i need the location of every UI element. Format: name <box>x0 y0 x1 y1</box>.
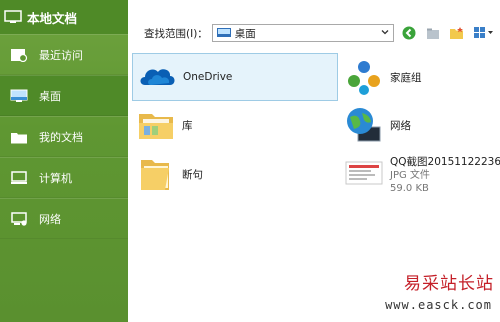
image-file-icon <box>345 161 383 185</box>
sidebar-item-label: 网络 <box>39 212 61 226</box>
folder-icon <box>141 160 169 190</box>
file-item-folder[interactable]: 断句 <box>132 150 338 198</box>
file-item-library[interactable]: 库 <box>132 101 338 149</box>
file-name: OneDrive <box>183 71 233 83</box>
file-type: JPG 文件 <box>390 170 430 181</box>
sidebar: 本地文档 最近访问 桌面 我的文档 计算机 网络 <box>0 0 128 322</box>
sidebar-item-desktop[interactable]: 桌面 <box>0 75 128 116</box>
documents-icon <box>11 132 27 143</box>
sidebar-item-label: 桌面 <box>39 89 61 103</box>
sidebar-title: 本地文档 <box>27 10 78 26</box>
file-item-network[interactable]: 网络 <box>340 101 490 149</box>
new-folder-icon <box>449 27 463 39</box>
file-info: QQ截图20151122236 JPG 文件 59.0 KB <box>390 154 500 195</box>
sidebar-item-label: 计算机 <box>39 171 72 185</box>
desktop-icon <box>216 28 231 37</box>
up-folder-button[interactable] <box>424 24 442 42</box>
chevron-down-icon <box>381 30 389 35</box>
file-name: 网络 <box>390 119 411 132</box>
location-value: 桌面 <box>234 27 256 40</box>
view-grid-icon <box>473 27 493 38</box>
file-size: 59.0 KB <box>390 183 429 194</box>
up-folder-icon <box>426 28 439 39</box>
watermark: 易采站长站 www.easck.com <box>376 258 500 322</box>
sidebar-item-computer[interactable]: 计算机 <box>0 157 128 198</box>
onedrive-icon <box>140 69 175 85</box>
monitor-icon <box>4 10 22 23</box>
file-item-screenshot[interactable]: QQ截图20151122236 JPG 文件 59.0 KB <box>340 148 500 208</box>
sidebar-item-documents[interactable]: 我的文档 <box>0 116 128 157</box>
sidebar-header: 本地文档 <box>0 0 128 34</box>
network-globe-icon <box>347 108 381 142</box>
file-name: 家庭组 <box>390 71 422 84</box>
watermark-url: www.easck.com <box>385 298 492 312</box>
search-scope-label: 查找范围(I)： <box>144 27 208 40</box>
sidebar-item-network[interactable]: 网络 <box>0 198 128 239</box>
desktop-icon <box>10 89 28 102</box>
library-icon <box>139 114 173 139</box>
view-menu-button[interactable] <box>472 24 496 42</box>
back-button[interactable] <box>400 24 418 42</box>
file-name: 断句 <box>182 168 203 181</box>
watermark-brand: 易采站长站 <box>404 274 494 294</box>
back-arrow-icon <box>402 26 416 40</box>
sidebar-item-recent[interactable]: 最近访问 <box>0 34 128 75</box>
file-item-homegroup[interactable]: 家庭组 <box>340 53 490 101</box>
file-item-onedrive[interactable]: OneDrive <box>132 53 338 101</box>
sidebar-item-label: 最近访问 <box>39 48 83 62</box>
sidebar-item-label: 我的文档 <box>39 130 83 144</box>
new-folder-button[interactable] <box>448 24 466 42</box>
location-dropdown[interactable]: 桌面 <box>211 24 394 42</box>
file-name: 库 <box>182 119 193 132</box>
homegroup-icon <box>348 61 380 95</box>
file-name: QQ截图20151122236 <box>390 156 500 168</box>
toolbar: 查找范围(I)： 桌面 <box>128 22 500 44</box>
recent-icon <box>11 48 28 62</box>
network-icon <box>11 211 27 226</box>
computer-icon <box>11 170 27 184</box>
